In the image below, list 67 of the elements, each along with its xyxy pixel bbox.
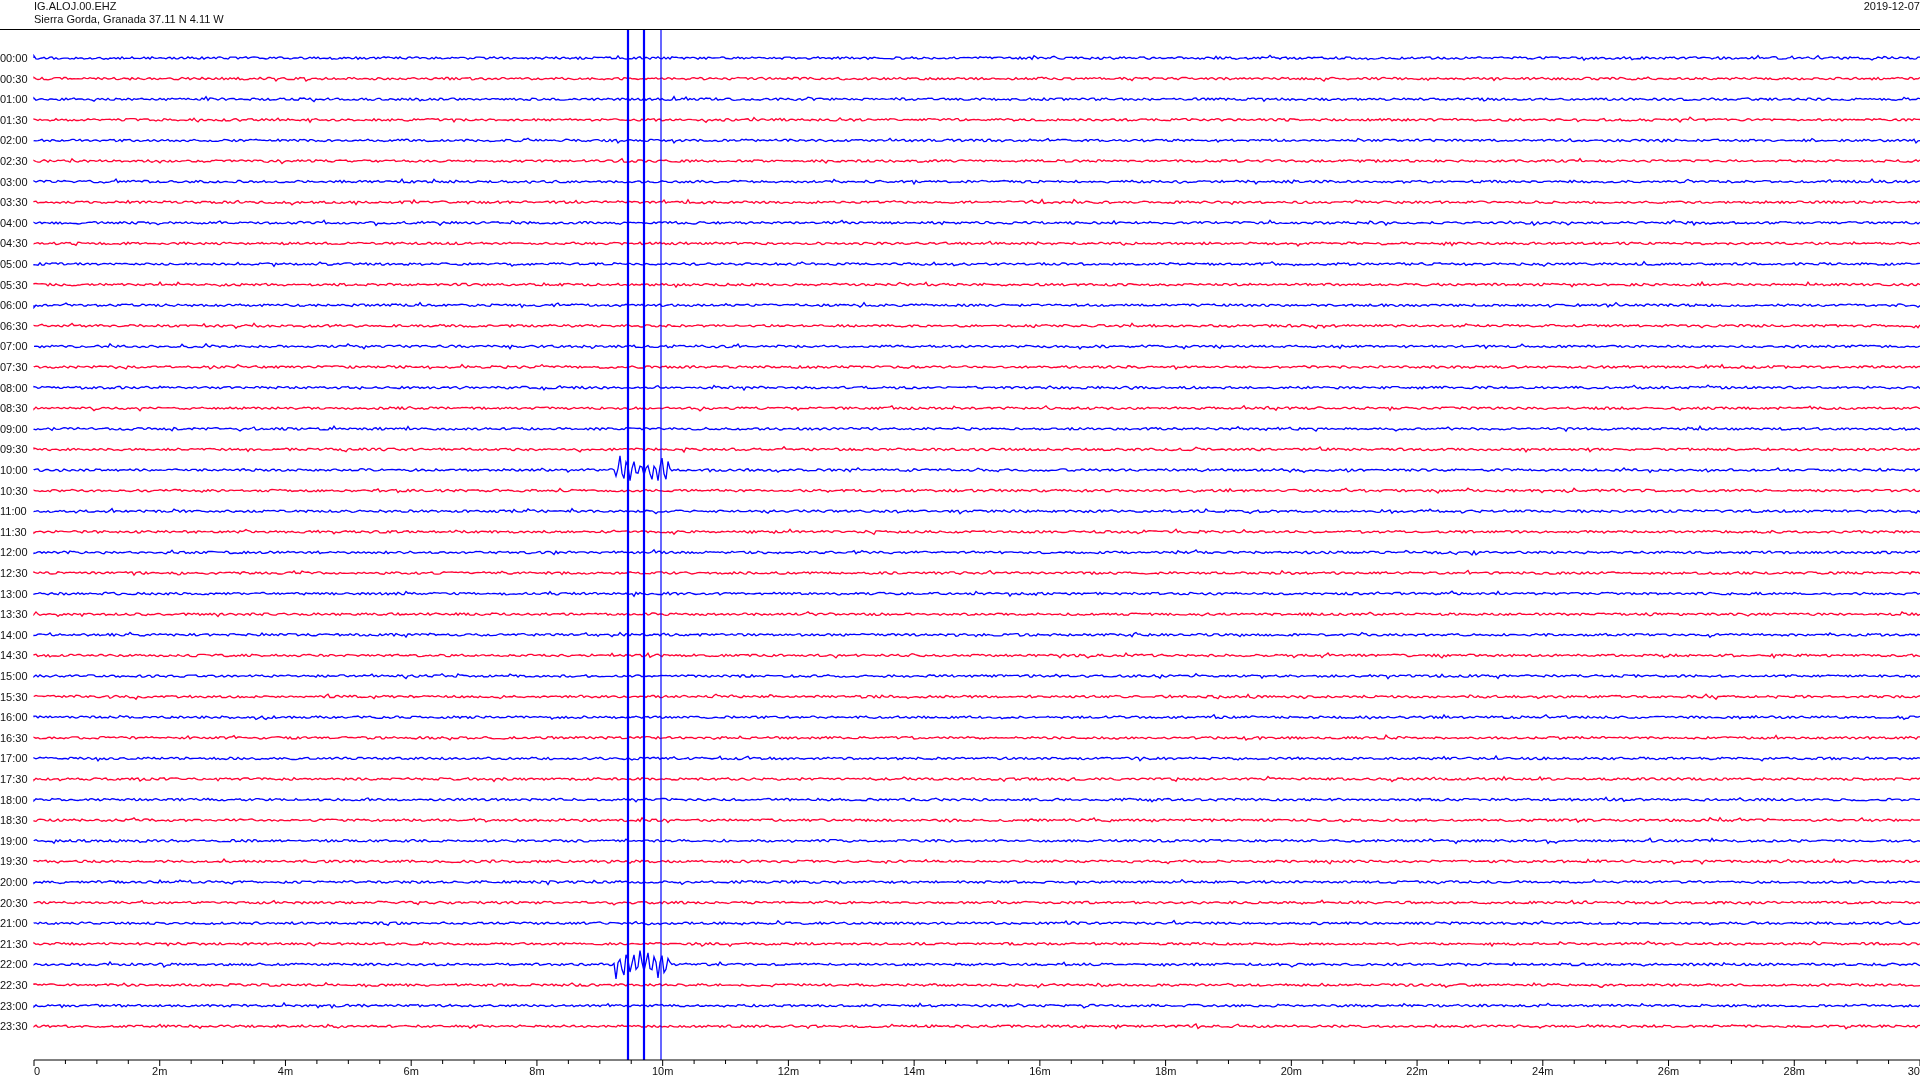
time-label: 02:00: [0, 134, 28, 147]
axis-label: 8m: [529, 1065, 545, 1077]
axis-label: 24m: [1532, 1065, 1554, 1077]
axis-label: 4m: [277, 1065, 294, 1077]
axis-label: 6m: [403, 1065, 419, 1077]
axis-label: 10m: [651, 1065, 674, 1077]
time-label: 08:30: [0, 402, 28, 415]
time-label: 22:30: [0, 979, 28, 991]
time-label: 14:00: [0, 628, 28, 641]
axis-label: 0: [34, 1065, 41, 1077]
time-label: 03:30: [0, 196, 28, 209]
axis-label: 22m: [1406, 1065, 1428, 1077]
time-label: 01:30: [0, 113, 28, 126]
time-label: 21:30: [0, 937, 28, 950]
axis-label: 18m: [1154, 1065, 1177, 1077]
time-label: 10:00: [0, 464, 28, 476]
axis-label: 2m: [152, 1065, 168, 1077]
station-code: IG.ALOJ.00.EHZ: [34, 0, 118, 13]
time-label: 17:30: [0, 773, 28, 785]
axis-label: 16m: [1029, 1065, 1051, 1077]
time-label: 15:30: [0, 690, 28, 703]
time-label: 20:00: [0, 876, 28, 888]
time-label: 09:00: [0, 422, 28, 435]
time-label: 06:30: [0, 319, 28, 332]
axis-label: 28m: [1783, 1065, 1805, 1077]
time-label: 07:00: [0, 340, 28, 353]
time-label: 13:30: [0, 608, 28, 621]
time-label: 07:30: [0, 361, 28, 373]
time-label: 00:00: [0, 52, 28, 64]
time-label: 05:00: [0, 258, 28, 270]
time-label: 04:00: [0, 216, 28, 229]
axis-label: 26m: [1657, 1065, 1680, 1077]
time-label: 01:00: [0, 93, 28, 106]
time-label: 12:30: [0, 567, 28, 579]
axis-label: 30: [1907, 1065, 1920, 1077]
time-label: 10:30: [0, 484, 28, 497]
time-label: 19:00: [0, 834, 28, 847]
time-label: 21:00: [0, 917, 28, 930]
time-label: 23:00: [0, 999, 28, 1012]
time-label: 23:30: [0, 1020, 28, 1033]
time-label: 12:00: [0, 546, 28, 559]
time-label: 06:00: [0, 299, 28, 312]
time-label: 08:00: [0, 381, 28, 394]
time-label: 16:00: [0, 711, 28, 724]
time-label: 11:30: [0, 525, 27, 538]
time-label: 04:30: [0, 237, 28, 250]
time-label: 20:30: [0, 896, 28, 909]
time-label: 13:00: [0, 587, 28, 600]
station-location: Sierra Gorda, Granada 37.11 N 4.11 W: [34, 13, 224, 26]
time-label: 09:30: [0, 443, 28, 456]
time-label: 16:30: [0, 731, 28, 744]
time-label: 18:30: [0, 814, 28, 827]
axis-label: 12m: [777, 1065, 800, 1077]
plot-date: 2019-12-07: [1863, 0, 1920, 14]
axis-label: 20m: [1280, 1065, 1303, 1077]
time-label: 19:30: [0, 855, 28, 868]
time-label: 15:00: [0, 670, 28, 682]
time-label: 18:00: [0, 793, 28, 806]
time-label: 05:30: [0, 278, 28, 291]
time-label: 00:30: [0, 72, 28, 85]
time-label: 22:00: [0, 958, 28, 971]
time-label: 03:00: [0, 175, 28, 188]
axis-label: 14m: [903, 1065, 925, 1077]
time-label: 14:30: [0, 649, 28, 662]
time-label: 11:00: [0, 505, 27, 518]
time-label: 02:30: [0, 155, 28, 167]
time-label: 17:00: [0, 752, 28, 765]
